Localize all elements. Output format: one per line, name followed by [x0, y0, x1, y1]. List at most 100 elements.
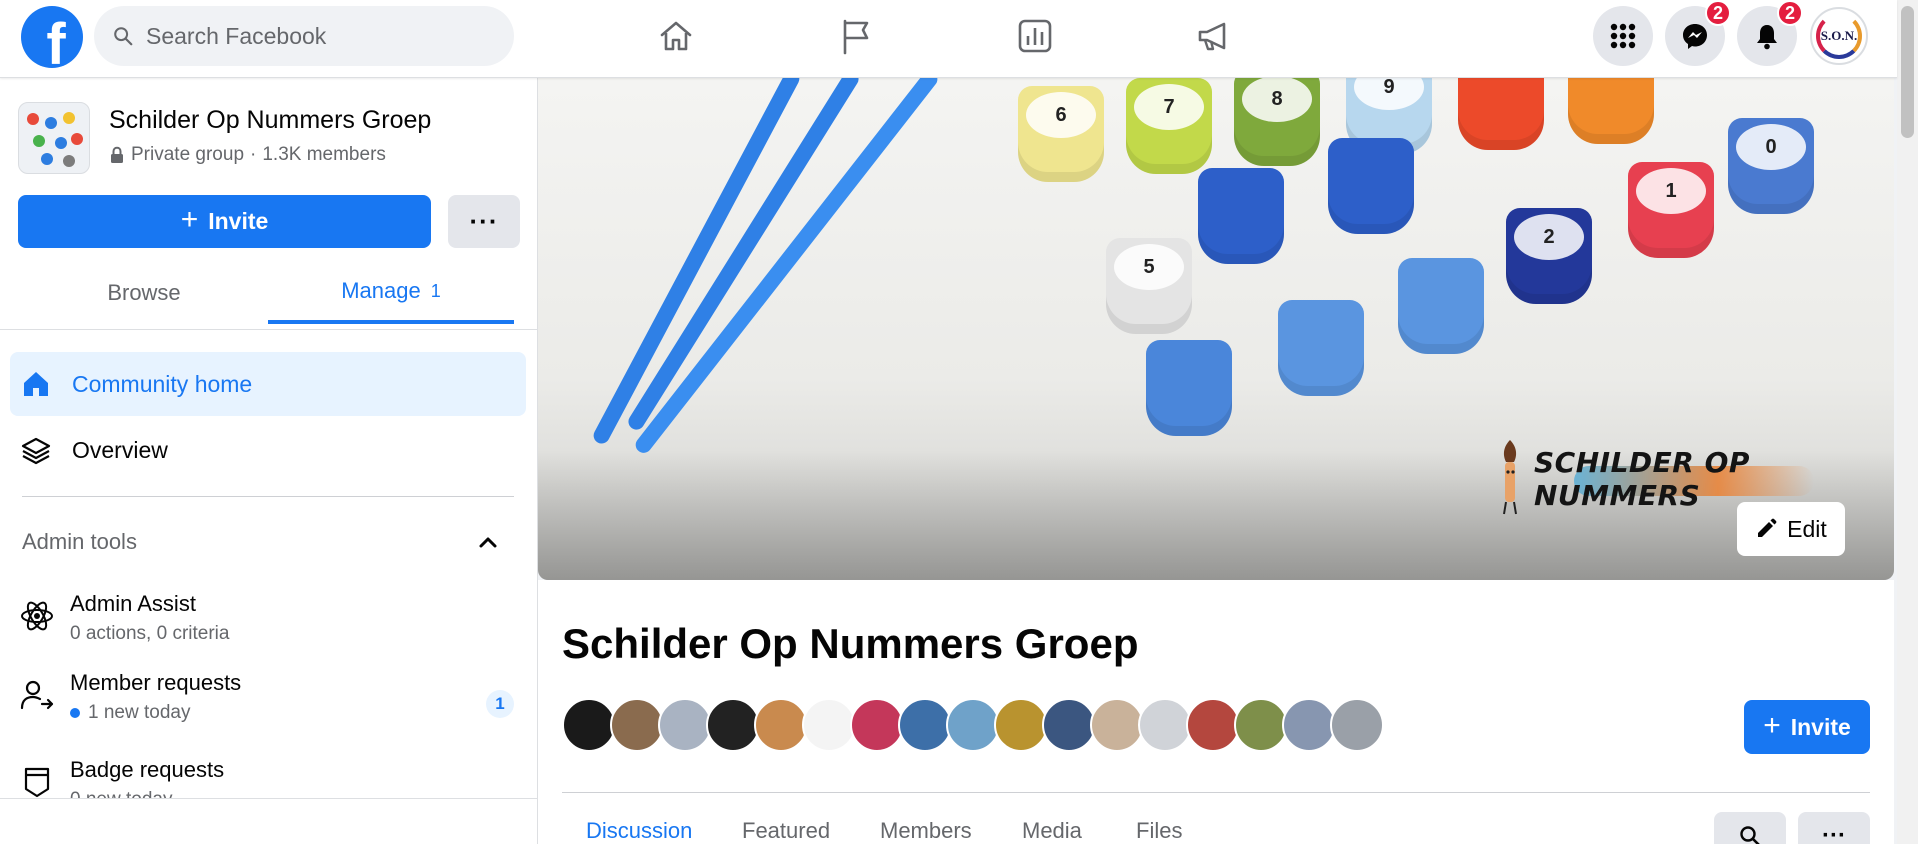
tab-divider — [0, 329, 537, 330]
tab-manage[interactable]: Manage 1 — [268, 262, 514, 324]
edit-cover-button[interactable]: Edit — [1737, 502, 1845, 556]
pot-number: 0 — [1736, 124, 1806, 170]
tab-browse[interactable]: Browse — [18, 262, 270, 324]
main-invite-button[interactable]: + Invite — [1744, 700, 1870, 754]
profile-initials: S.O.N. — [1820, 28, 1858, 43]
paint-pot — [1458, 78, 1544, 150]
group-title: Schilder Op Nummers Groep — [562, 620, 1139, 667]
paint-pot — [1568, 78, 1654, 144]
notifications-badge: 2 — [1777, 0, 1803, 26]
tab-discussion[interactable]: Discussion — [586, 818, 692, 844]
notifications-button[interactable]: 2 — [1737, 0, 1803, 66]
thumb-dot — [71, 133, 83, 145]
paint-pot: 8 — [1234, 78, 1320, 166]
admin-assist-icon — [21, 601, 53, 631]
sidebar-invite-button[interactable]: + Invite — [18, 195, 431, 248]
paint-pot: 5 — [1106, 238, 1192, 334]
cover-brand-logo: SCHILDER OP NUMMERS — [1484, 438, 1884, 515]
paint-pot: 1 — [1628, 162, 1714, 258]
ad-center-nav-button[interactable] — [1182, 10, 1246, 62]
member-avatar[interactable] — [1138, 698, 1192, 752]
group-thumbnail[interactable] — [18, 102, 90, 174]
member-avatar[interactable] — [1090, 698, 1144, 752]
more-icon: ··· — [469, 206, 499, 236]
member-avatar[interactable] — [802, 698, 856, 752]
messenger-button[interactable]: 2 — [1665, 0, 1731, 66]
thumb-dot — [55, 137, 67, 149]
member-avatar[interactable] — [850, 698, 904, 752]
meta-separator: · — [250, 144, 257, 165]
sidebar-item-community-home[interactable]: Community home — [10, 352, 526, 416]
facebook-logo-letter: f — [46, 12, 66, 69]
chevron-up-icon[interactable] — [476, 530, 500, 554]
member-avatar[interactable] — [1282, 698, 1336, 752]
member-avatar[interactable] — [706, 698, 760, 752]
tool-title: Badge requests — [70, 757, 225, 782]
group-header-card: Schilder Op Nummers Groep + Invite Discu… — [538, 580, 1894, 844]
paint-pot — [1278, 300, 1364, 396]
member-avatar[interactable] — [562, 698, 616, 752]
thumb-dot — [45, 117, 57, 129]
tab-manage-label: Manage — [341, 278, 421, 303]
invite-label: Invite — [208, 208, 269, 234]
thumb-dot — [27, 113, 39, 125]
pot-number: 8 — [1242, 78, 1312, 122]
home-nav-button[interactable] — [644, 10, 708, 62]
home-icon — [24, 372, 48, 396]
insights-nav-button[interactable] — [1003, 10, 1067, 62]
member-avatar[interactable] — [658, 698, 712, 752]
member-avatar[interactable] — [898, 698, 952, 752]
tab-files[interactable]: Files — [1136, 818, 1182, 844]
tool-title: Admin Assist — [70, 591, 196, 616]
paintbrush — [590, 78, 803, 447]
tool-subtitle: 1 new today — [70, 702, 190, 724]
facebook-logo[interactable]: f — [21, 6, 83, 68]
member-avatar[interactable] — [1186, 698, 1240, 752]
tab-featured[interactable]: Featured — [742, 818, 830, 844]
sidebar-item-overview[interactable]: Overview — [10, 418, 526, 482]
search-bar[interactable] — [94, 6, 514, 66]
paint-pot: 2 — [1506, 208, 1592, 304]
pencil-icon — [1758, 518, 1777, 537]
member-avatar[interactable] — [1042, 698, 1096, 752]
more-icon: ··· — [1822, 822, 1846, 844]
tool-title: Member requests — [70, 670, 242, 695]
paint-pot — [1398, 258, 1484, 354]
member-avatar[interactable] — [994, 698, 1048, 752]
page-scrollbar[interactable] — [1897, 0, 1918, 844]
group-search-button[interactable] — [1714, 812, 1786, 844]
scrollbar-thumb[interactable] — [1901, 6, 1914, 138]
member-avatar[interactable] — [610, 698, 664, 752]
pages-nav-button[interactable] — [824, 10, 888, 62]
home-icon — [660, 21, 692, 51]
member-avatar[interactable] — [946, 698, 1000, 752]
group-sidebar: Schilder Op Nummers Groep Private group … — [0, 78, 538, 844]
member-avatar[interactable] — [754, 698, 808, 752]
member-count[interactable]: 1.3K members — [262, 144, 386, 166]
search-input[interactable] — [146, 22, 486, 50]
sidebar-bottom-edge — [0, 798, 537, 844]
paint-pot — [1198, 168, 1284, 264]
paint-pot: 6 — [1018, 86, 1104, 182]
tool-subtitle-text: 0 actions, 0 criteria — [70, 623, 230, 644]
group-more-button[interactable]: ··· — [1798, 812, 1870, 844]
member-avatar[interactable] — [1330, 698, 1384, 752]
paint-pot — [1328, 138, 1414, 234]
person-arrow-icon — [20, 680, 54, 710]
layers-icon — [21, 437, 51, 465]
tab-manage-count: 1 — [430, 280, 441, 301]
tab-members[interactable]: Members — [880, 818, 972, 844]
paintbrush — [632, 78, 941, 457]
pot-number: 6 — [1026, 92, 1096, 138]
group-name[interactable]: Schilder Op Nummers Groep — [109, 106, 431, 135]
sidebar-more-button[interactable]: ··· — [448, 195, 520, 248]
admin-tools-heading: Admin tools — [22, 529, 137, 554]
menu-button[interactable] — [1593, 6, 1653, 66]
profile-avatar[interactable]: S.O.N. — [1810, 7, 1868, 65]
member-avatar[interactable] — [1234, 698, 1288, 752]
paintbrush-mascot-icon — [1503, 440, 1517, 515]
tab-media[interactable]: Media — [1022, 818, 1082, 844]
tab-browse-label: Browse — [107, 280, 181, 305]
invite-label: Invite — [1790, 713, 1851, 740]
pot-number: 7 — [1134, 84, 1204, 130]
